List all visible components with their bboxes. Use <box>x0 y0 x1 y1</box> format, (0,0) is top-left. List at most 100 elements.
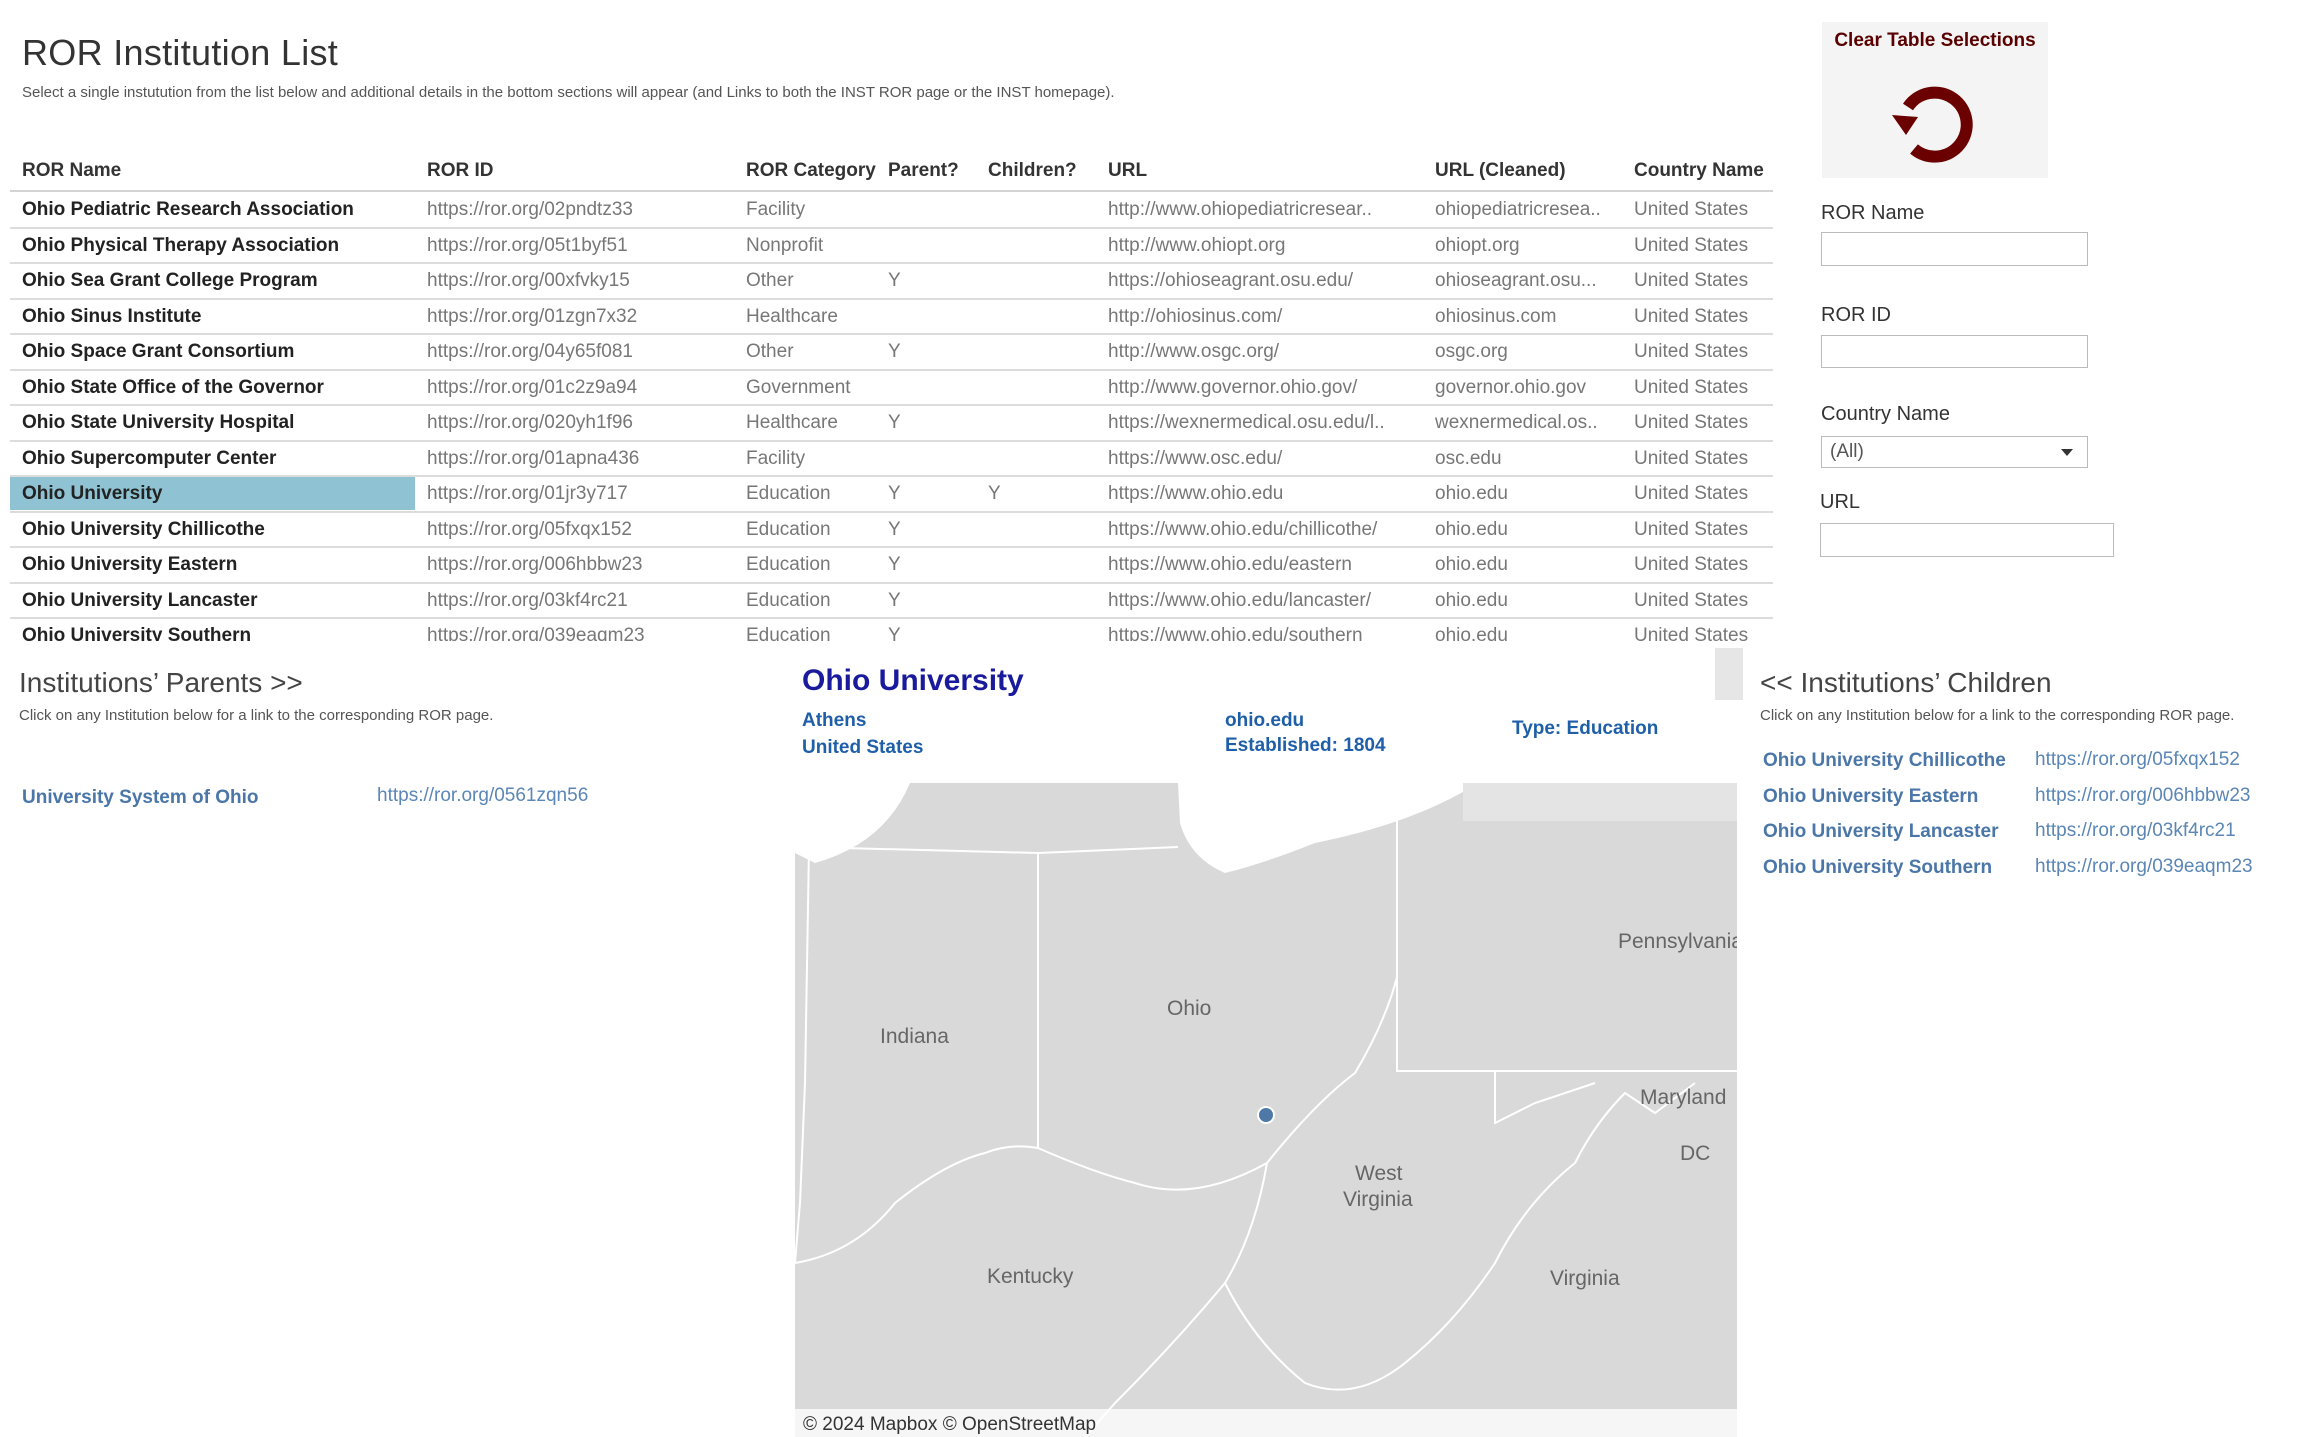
table-row[interactable]: Ohio Supercomputer Center https://ror.org… <box>10 442 1773 477</box>
cell-country-name: United States <box>1634 589 1749 611</box>
cell-url-cleaned: osc.edu <box>1435 447 1502 469</box>
child-ror-link[interactable]: https://ror.org/039eaqm23 <box>2035 856 2253 878</box>
clear-table-selections-button[interactable]: Clear Table Selections <box>1822 22 2048 178</box>
clear-button-label: Clear Table Selections <box>1834 30 2036 51</box>
child-ror-link[interactable]: https://ror.org/006hbbw23 <box>2035 785 2250 807</box>
ror-id-filter-input[interactable] <box>1821 335 2088 368</box>
parent-institution-link[interactable]: University System of Ohio <box>22 787 259 809</box>
table-row[interactable]: Ohio Physical Therapy Association https:/… <box>10 229 1773 264</box>
map-label-maryland: Maryland <box>1640 1086 1726 1109</box>
cell-children-flag <box>988 371 1048 404</box>
cell-children-flag <box>988 406 1048 439</box>
cell-country-name: United States <box>1634 483 1749 504</box>
table-row[interactable]: Ohio University https://ror.org/01jr3y717… <box>10 477 1773 513</box>
detail-institution-name: Ohio University <box>802 664 1024 697</box>
cell-parent-flag: Y <box>888 518 901 540</box>
cell-ror-category: Other <box>746 341 794 362</box>
child-institution-link[interactable]: Ohio University Chillicothe <box>1763 750 2006 772</box>
cell-country-name: United States <box>1634 447 1749 469</box>
map-canvas: Pennsylvania Ohio Indiana West Virginia … <box>795 783 1737 1437</box>
cell-parent-flag <box>888 371 948 404</box>
table-row[interactable]: Ohio University Eastern https://ror.org/0… <box>10 548 1773 584</box>
column-header-url[interactable]: URL <box>1108 160 1147 182</box>
detail-country: United States <box>802 737 924 758</box>
child-institution-link[interactable]: Ohio University Southern <box>1763 857 1992 879</box>
cell-url: https://www.ohio.edu/lancaster/ <box>1108 589 1371 611</box>
cell-parent-flag <box>888 300 948 333</box>
cell-ror-category: Other <box>746 270 794 291</box>
table-row[interactable]: Ohio Sea Grant College Program https://ro… <box>10 264 1773 300</box>
cell-children-flag <box>988 264 1048 297</box>
map-label-virginia: Virginia <box>1550 1267 1620 1290</box>
cell-ror-name: Ohio State University Hospital <box>22 412 295 433</box>
cell-country-name: United States <box>1634 412 1749 433</box>
column-header-country-name[interactable]: Country Name <box>1634 160 1764 182</box>
table-row[interactable]: Ohio University Southern https://ror.org/… <box>10 619 1773 641</box>
cell-ror-category: Education <box>746 589 831 611</box>
table-row[interactable]: Ohio Space Grant Consortium https://ror.o… <box>10 335 1773 371</box>
cell-ror-name: Ohio University Lancaster <box>22 589 258 611</box>
scrollbar-thumb[interactable] <box>1715 648 1743 700</box>
cell-ror-id: https://ror.org/01apna436 <box>427 447 640 469</box>
cell-url: http://ohiosinus.com/ <box>1108 305 1283 327</box>
table-row[interactable]: Ohio State Office of the Governor https:/… <box>10 371 1773 406</box>
column-header-children[interactable]: Children? <box>988 160 1077 182</box>
cell-ror-id: https://ror.org/05fxqx152 <box>427 518 632 540</box>
cell-country-name: United States <box>1634 554 1749 575</box>
cell-parent-flag: Y <box>888 483 901 504</box>
cell-ror-category: Nonprofit <box>746 234 824 256</box>
detail-homepage-link[interactable]: ohio.edu <box>1225 710 1304 732</box>
institution-location-marker[interactable] <box>1257 1106 1275 1124</box>
map-label-ohio: Ohio <box>1167 997 1211 1020</box>
cell-url-cleaned: wexnermedical.os.. <box>1435 412 1598 433</box>
column-header-parent[interactable]: Parent? <box>888 160 959 182</box>
header-divider <box>10 190 1773 192</box>
table-row[interactable]: Ohio Sinus Institute https://ror.org/01zg… <box>10 300 1773 335</box>
cell-ror-id: https://ror.org/020yh1f96 <box>427 412 633 433</box>
cell-url: http://www.ohiopt.org <box>1108 234 1286 256</box>
table-row[interactable]: Ohio State University Hospital https://ro… <box>10 406 1773 442</box>
cell-parent-flag: Y <box>888 625 901 641</box>
ror-name-filter-input[interactable] <box>1821 232 2088 266</box>
cell-ror-name: Ohio Physical Therapy Association <box>22 234 340 256</box>
cell-ror-name: Ohio University Eastern <box>22 554 238 575</box>
cell-url: http://www.ohiopediatricresear.. <box>1108 199 1373 220</box>
cell-ror-category: Education <box>746 483 831 504</box>
table-row[interactable]: Ohio University Chillicothe https://ror.o… <box>10 513 1773 548</box>
child-ror-link[interactable]: https://ror.org/03kf4rc21 <box>2035 820 2236 842</box>
cell-ror-name: Ohio Sinus Institute <box>22 305 202 327</box>
column-header-ror-category[interactable]: ROR Category <box>746 160 876 182</box>
column-header-ror-name[interactable]: ROR Name <box>22 160 121 182</box>
cell-children-flag <box>988 193 1048 226</box>
cell-url-cleaned: ohio.edu <box>1435 589 1508 611</box>
children-section-title: << Institutions’ Children <box>1760 667 2052 698</box>
cell-ror-category: Education <box>746 518 831 540</box>
table-row[interactable]: Ohio University Lancaster https://ror.org… <box>10 584 1773 619</box>
cell-parent-flag <box>888 229 948 262</box>
cell-children-flag <box>988 548 1048 581</box>
column-header-url-cleaned[interactable]: URL (Cleaned) <box>1435 160 1566 182</box>
country-filter-select[interactable]: (All) <box>1821 436 2088 468</box>
cell-country-name: United States <box>1634 305 1749 327</box>
cell-parent-flag <box>888 193 948 226</box>
child-institution-link[interactable]: Ohio University Lancaster <box>1763 821 1998 843</box>
institution-map[interactable]: Pennsylvania Ohio Indiana West Virginia … <box>795 783 1737 1437</box>
cell-ror-id: https://ror.org/04y65f081 <box>427 341 633 362</box>
cell-ror-name: Ohio Sea Grant College Program <box>22 270 318 291</box>
child-institution-link[interactable]: Ohio University Eastern <box>1763 786 1978 808</box>
cell-ror-name: Ohio State Office of the Governor <box>22 376 324 398</box>
url-filter-input[interactable] <box>1820 523 2114 557</box>
parent-ror-link[interactable]: https://ror.org/0561zqn56 <box>377 785 588 807</box>
cell-ror-category: Facility <box>746 447 806 469</box>
cell-ror-id: https://ror.org/006hbbw23 <box>427 554 643 575</box>
table-row[interactable]: Ohio Pediatric Research Association https… <box>10 193 1773 229</box>
child-ror-link[interactable]: https://ror.org/05fxqx152 <box>2035 749 2240 771</box>
cell-country-name: United States <box>1634 625 1749 641</box>
cell-parent-flag <box>888 442 948 475</box>
cell-ror-id: https://ror.org/01zgn7x32 <box>427 305 638 327</box>
url-filter-label: URL <box>1820 491 1861 513</box>
column-header-ror-id[interactable]: ROR ID <box>427 160 494 182</box>
detail-type: Type: Education <box>1512 718 1659 739</box>
cell-ror-category: Healthcare <box>746 305 838 327</box>
cell-country-name: United States <box>1634 234 1749 256</box>
